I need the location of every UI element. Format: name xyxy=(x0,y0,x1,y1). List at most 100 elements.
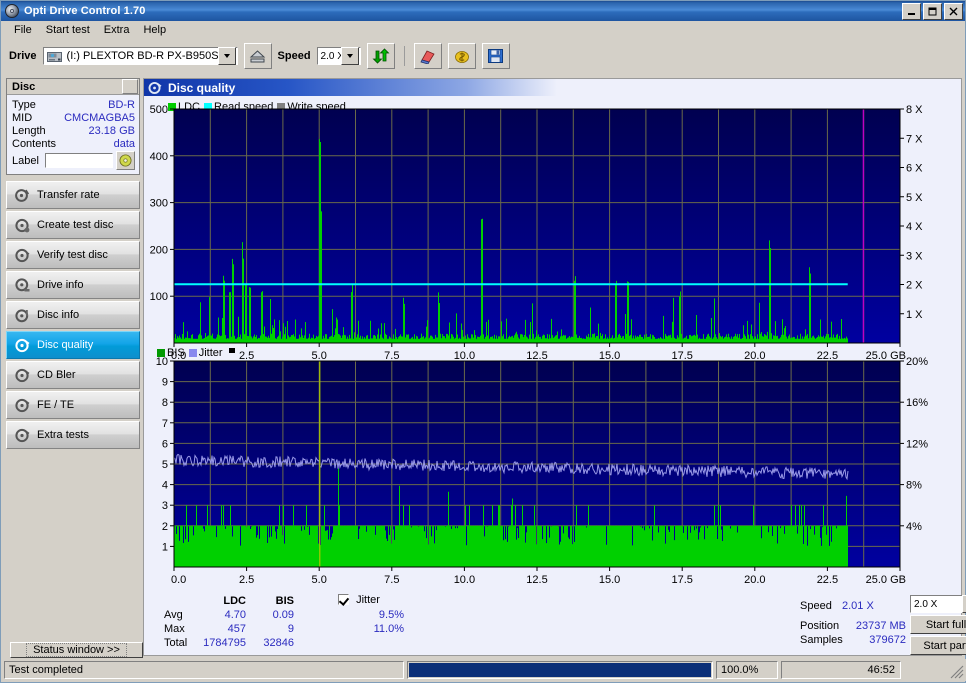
start-part-button[interactable]: Start part xyxy=(910,636,966,655)
test-speed-select-arrow[interactable] xyxy=(962,595,966,613)
menu-item-extra[interactable]: Extra xyxy=(97,23,137,37)
eraser-icon xyxy=(419,50,435,64)
disc-row-contents-value: data xyxy=(113,137,135,150)
svg-text:7 X: 7 X xyxy=(906,133,923,145)
refresh-icon xyxy=(372,48,390,64)
speed-select[interactable]: 2.0 X xyxy=(316,47,361,65)
floppy-save-icon xyxy=(488,49,504,63)
sidebar-item-disc-info[interactable]: Disc info xyxy=(6,301,140,329)
minimize-button[interactable] xyxy=(902,2,921,20)
sidebar: Disc Type BD-R MID CMCMAGBA5 Length 23.1… xyxy=(6,78,143,658)
speed-select-arrow[interactable] xyxy=(340,47,359,65)
svg-text:7.5: 7.5 xyxy=(384,574,399,586)
svg-text:8: 8 xyxy=(162,397,168,409)
menu-item-help[interactable]: Help xyxy=(136,23,173,37)
jitter-checkbox-wrap[interactable]: Jitter xyxy=(338,594,380,606)
progress-bar-fill xyxy=(409,663,711,677)
status-window-button[interactable]: Status window >> xyxy=(10,642,143,658)
svg-text:8 X: 8 X xyxy=(906,105,923,116)
stats-position-value: 23737 MB xyxy=(855,620,906,632)
disc-icon xyxy=(4,3,20,19)
svg-text:12.5: 12.5 xyxy=(526,574,547,586)
disc-row-contents-key: Contents xyxy=(12,137,57,150)
disc-quality-ldc-chart[interactable]: 1002003004005001 X2 X3 X4 X5 X6 X7 X8 X0… xyxy=(146,105,958,365)
disc-refresh-button[interactable] xyxy=(116,151,135,170)
chevron-down-icon xyxy=(223,54,230,58)
sidebar-item-label: Disc info xyxy=(37,309,80,321)
title-bar: Opti Drive Control 1.70 xyxy=(1,1,965,21)
svg-text:2 X: 2 X xyxy=(906,280,923,292)
sidebar-item-transfer-rate[interactable]: Transfer rate xyxy=(6,181,140,209)
window-title: Opti Drive Control 1.70 xyxy=(24,5,146,17)
close-button[interactable] xyxy=(944,2,963,20)
sidebar-item-cd-bler[interactable]: CD Bler xyxy=(6,361,140,389)
drive-label: Drive xyxy=(9,50,37,62)
svg-text:200: 200 xyxy=(150,244,168,256)
maximize-button[interactable] xyxy=(923,2,942,20)
svg-text:15.0: 15.0 xyxy=(599,574,620,586)
erase-button[interactable] xyxy=(413,43,442,69)
disc-refresh-icon xyxy=(119,154,132,167)
legend-swatch-jitter xyxy=(188,349,197,357)
svg-text:22.5: 22.5 xyxy=(817,574,838,586)
stats-row-label-max: Max xyxy=(164,623,185,635)
disc-rows: Type BD-R MID CMCMAGBA5 Length 23.18 GB … xyxy=(7,95,139,174)
drive-select[interactable]: (I:) PLEXTOR BD-R PX-B950SA 1.04 xyxy=(42,47,238,65)
disc-box-title: Disc xyxy=(12,80,36,93)
svg-text:5.0: 5.0 xyxy=(312,574,327,586)
stats-ldc-max: 457 xyxy=(227,623,246,635)
disc-label-input[interactable] xyxy=(45,153,113,168)
svg-text:12%: 12% xyxy=(906,438,928,450)
svg-text:6: 6 xyxy=(162,438,168,450)
stats-row-label-avg: Avg xyxy=(164,609,183,621)
sidebar-item-create-test-disc[interactable]: Create test disc xyxy=(6,211,140,239)
stats-ldc-total: 1784795 xyxy=(203,637,246,649)
application-window: Opti Drive Control 1.70 File Start test … xyxy=(0,0,966,683)
disc-row-contents: Contents data xyxy=(12,137,135,150)
disc-label-row: Label xyxy=(12,151,135,170)
status-message-field: Test completed xyxy=(4,661,404,679)
test-speed-select[interactable]: 2.0 X xyxy=(910,595,966,613)
disc-info-box: Disc Type BD-R MID CMCMAGBA5 Length 23.1… xyxy=(6,78,140,175)
svg-text:500: 500 xyxy=(150,105,168,116)
sidebar-item-fe-te[interactable]: FE / TE xyxy=(6,391,140,419)
svg-text:9: 9 xyxy=(162,377,168,389)
disc-row-mid-value: CMCMAGBA5 xyxy=(64,111,135,124)
refresh-button[interactable] xyxy=(366,43,395,69)
menu-item-start-test[interactable]: Start test xyxy=(39,23,97,37)
money-button[interactable] xyxy=(447,43,476,69)
sidebar-item-extra-tests[interactable]: Extra tests xyxy=(6,421,140,449)
jitter-checkbox[interactable] xyxy=(338,594,349,605)
svg-text:3: 3 xyxy=(162,500,168,512)
disc-fete-icon xyxy=(15,398,30,413)
sidebar-item-verify-test-disc[interactable]: Verify test disc xyxy=(6,241,140,269)
disc-row-length-key: Length xyxy=(12,124,46,137)
disc-quality-icon xyxy=(15,338,30,353)
menu-bar: File Start test Extra Help xyxy=(1,21,965,40)
drive-select-arrow[interactable] xyxy=(217,47,236,65)
sidebar-item-label: Create test disc xyxy=(37,219,114,231)
stats-jitter-max: 11.0% xyxy=(373,623,404,635)
jitter-label: Jitter xyxy=(356,594,380,606)
sidebar-item-disc-quality[interactable]: Disc quality xyxy=(6,331,140,359)
start-full-button[interactable]: Start full xyxy=(910,615,966,634)
window-controls xyxy=(902,2,963,20)
disc-box-button[interactable] xyxy=(122,79,138,94)
stats-samples-value: 379672 xyxy=(869,634,906,646)
panel-title-text: Disc quality xyxy=(168,80,236,95)
legend-swatch-marker xyxy=(228,347,235,353)
disc-row-length: Length 23.18 GB xyxy=(12,124,135,137)
sidebar-item-drive-info[interactable]: Drive info xyxy=(6,271,140,299)
eject-button[interactable] xyxy=(243,43,272,69)
svg-text:3 X: 3 X xyxy=(906,250,923,262)
resize-grip-icon[interactable] xyxy=(950,665,964,679)
svg-text:100: 100 xyxy=(150,291,168,303)
save-button[interactable] xyxy=(481,43,510,69)
menu-item-file[interactable]: File xyxy=(7,23,39,37)
disc-quality-bis-jitter-chart[interactable]: 1 2 3 4 5 6 7 8 9 10 4% 8% 12% 16% 20% 0.0 2.5 5.0 7.5 10.0… xyxy=(146,357,958,589)
drive-value: (I:) PLEXTOR BD-R PX-B950SA 1.04 xyxy=(66,50,218,62)
sidebar-nav: Transfer rate Create test disc Verify te… xyxy=(6,181,140,449)
svg-text:5 X: 5 X xyxy=(906,192,923,204)
disc-create-icon xyxy=(15,218,30,233)
speed-value: 2.0 X xyxy=(320,50,341,62)
